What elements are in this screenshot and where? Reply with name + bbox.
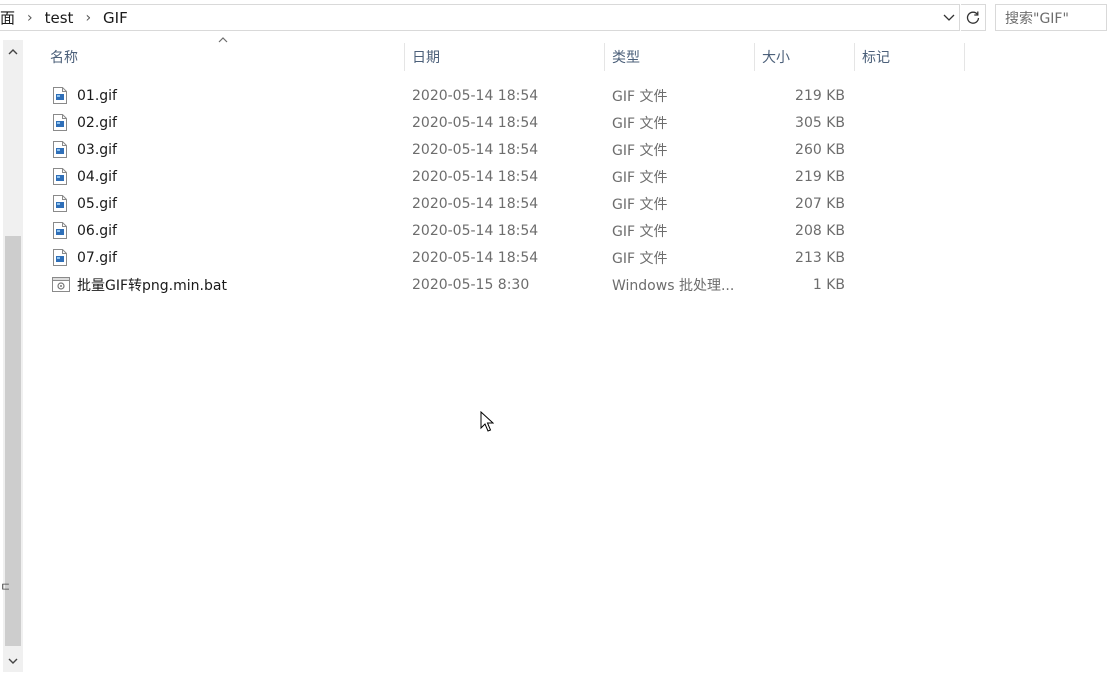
file-date: 2020-05-15 8:30 [412, 276, 530, 293]
column-header-row: 名称 日期 类型 大小 标记 [42, 37, 972, 74]
file-type: GIF 文件 [612, 169, 668, 186]
chevron-up-icon [8, 48, 18, 54]
file-type: GIF 文件 [612, 196, 668, 213]
file-type: GIF 文件 [612, 142, 668, 159]
file-name: 06.gif [77, 222, 117, 239]
refresh-icon [966, 11, 980, 24]
file-name: 05.gif [77, 195, 117, 212]
column-header-tags[interactable]: 标记 [855, 40, 965, 74]
file-size: 219 KB [795, 168, 845, 185]
breadcrumb-separator-icon[interactable]: › [27, 10, 33, 26]
gif-image-icon [53, 168, 67, 185]
breadcrumb-test[interactable]: test [45, 9, 74, 27]
file-date: 2020-05-14 18:54 [412, 114, 539, 131]
chevron-down-icon [943, 14, 955, 21]
search-input[interactable]: 搜索"GIF" [995, 4, 1107, 31]
file-date: 2020-05-14 18:54 [412, 195, 539, 212]
file-row[interactable]: 01.gif 2020-05-14 18:54 GIF 文件 219 KB [42, 82, 972, 109]
file-row[interactable]: 07.gif 2020-05-14 18:54 GIF 文件 213 KB [42, 244, 972, 271]
column-divider [964, 43, 965, 71]
file-size: 1 KB [812, 276, 845, 293]
file-type: GIF 文件 [612, 223, 668, 240]
file-name: 03.gif [77, 141, 117, 158]
mouse-pointer-icon [480, 411, 494, 432]
file-date: 2020-05-14 18:54 [412, 222, 539, 239]
file-date: 2020-05-14 18:54 [412, 168, 539, 185]
file-size: 207 KB [795, 195, 845, 212]
file-row[interactable]: 02.gif 2020-05-14 18:54 GIF 文件 305 KB [42, 109, 972, 136]
file-date: 2020-05-14 18:54 [412, 141, 539, 158]
file-type: GIF 文件 [612, 250, 668, 267]
file-size: 305 KB [795, 114, 845, 131]
batch-file-icon [52, 277, 70, 292]
file-size: 260 KB [795, 141, 845, 158]
file-list: 01.gif 2020-05-14 18:54 GIF 文件 219 KB 02… [42, 82, 972, 298]
file-name: 02.gif [77, 114, 117, 131]
file-row[interactable]: 06.gif 2020-05-14 18:54 GIF 文件 208 KB [42, 217, 972, 244]
column-header-tags-label: 标记 [862, 50, 890, 66]
gif-image-icon [53, 87, 67, 104]
column-header-type-label: 类型 [612, 50, 640, 66]
file-date: 2020-05-14 18:54 [412, 249, 539, 266]
column-header-date[interactable]: 日期 [405, 40, 605, 74]
file-name: 07.gif [77, 249, 117, 266]
scroll-up-button[interactable] [3, 40, 23, 62]
file-size: 213 KB [795, 249, 845, 266]
sort-ascending-icon [218, 37, 228, 43]
file-name: 批量GIF转png.min.bat [77, 277, 227, 294]
file-row[interactable]: 批量GIF转png.min.bat 2020-05-15 8:30 Window… [42, 271, 972, 298]
file-name: 04.gif [77, 168, 117, 185]
scroll-down-button[interactable] [3, 650, 23, 672]
file-row[interactable]: 04.gif 2020-05-14 18:54 GIF 文件 219 KB [42, 163, 972, 190]
file-date: 2020-05-14 18:54 [412, 87, 539, 104]
file-name: 01.gif [77, 87, 117, 104]
column-header-size-label: 大小 [762, 50, 790, 66]
column-header-name-label: 名称 [50, 50, 78, 66]
gif-image-icon [53, 141, 67, 158]
column-header-date-label: 日期 [412, 50, 440, 66]
file-type: GIF 文件 [612, 88, 668, 105]
gif-image-icon [53, 195, 67, 212]
address-bar[interactable]: 面 › test › GIF [0, 4, 960, 31]
breadcrumb-desktop[interactable]: 面 [0, 7, 15, 28]
file-row[interactable]: 05.gif 2020-05-14 18:54 GIF 文件 207 KB [42, 190, 972, 217]
file-type: Windows 批处理... [612, 277, 735, 294]
file-size: 219 KB [795, 87, 845, 104]
breadcrumb-separator-icon[interactable]: › [85, 10, 91, 26]
file-size: 208 KB [795, 222, 845, 239]
column-header-size[interactable]: 大小 [755, 40, 855, 74]
column-header-name[interactable]: 名称 [42, 37, 405, 74]
gif-image-icon [53, 114, 67, 131]
gif-image-icon [53, 222, 67, 239]
address-history-button[interactable] [939, 5, 959, 30]
file-type: GIF 文件 [612, 115, 668, 132]
gif-image-icon [53, 249, 67, 266]
file-row[interactable]: 03.gif 2020-05-14 18:54 GIF 文件 260 KB [42, 136, 972, 163]
breadcrumb-gif[interactable]: GIF [103, 9, 128, 27]
refresh-button[interactable] [961, 4, 986, 31]
chevron-down-icon [8, 658, 18, 664]
navigation-bar: 面 › test › GIF 搜索"GIF" [0, 0, 1107, 36]
column-header-type[interactable]: 类型 [605, 40, 755, 74]
nav-pane-cut-text: ㄷ [0, 580, 12, 594]
